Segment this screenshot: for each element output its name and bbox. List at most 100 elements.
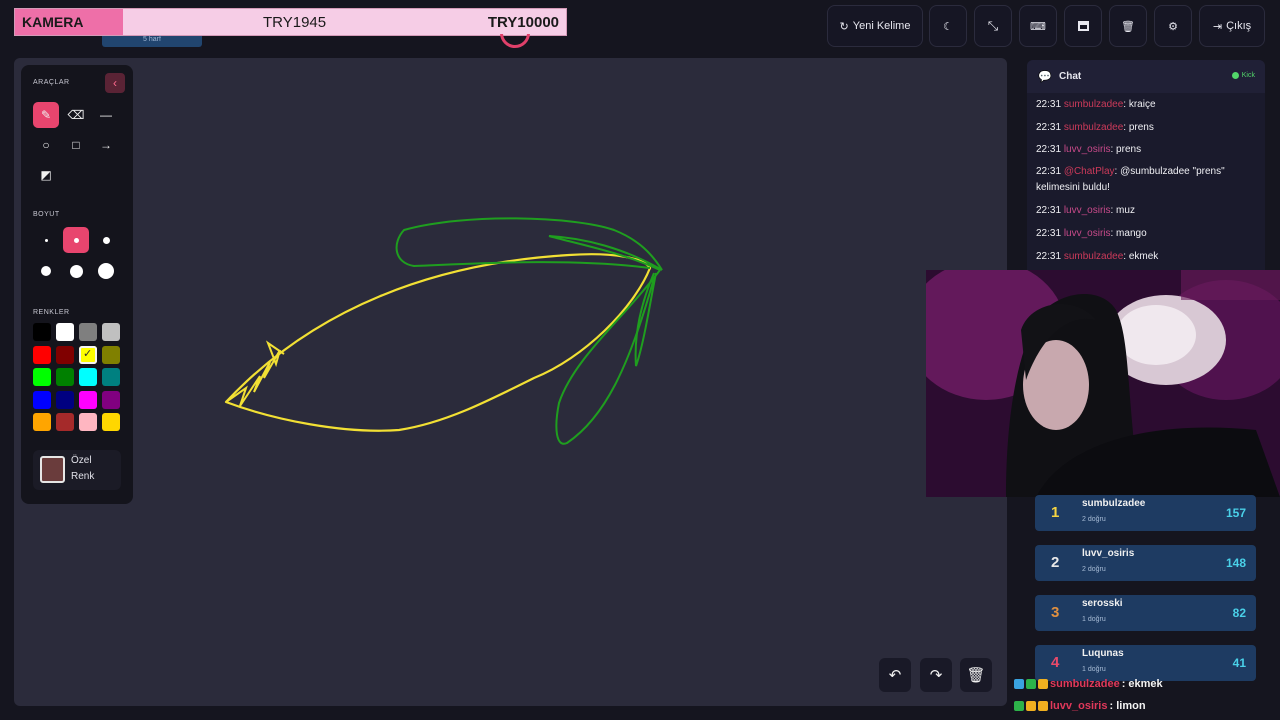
green-leaf-inner	[548, 235, 663, 271]
color-swatch[interactable]	[79, 323, 97, 341]
timer-ring	[500, 34, 530, 48]
circle-tool[interactable]: ○	[33, 132, 59, 158]
leaderboard-score: 148	[1225, 556, 1246, 570]
reward-banner: KAMERA TRY1945 TRY10000	[14, 8, 567, 36]
clear-canvas-button[interactable]: 🗑	[960, 658, 992, 692]
exit-button[interactable]: ⇥ Çıkış	[1199, 5, 1265, 47]
color-swatch[interactable]	[102, 413, 120, 431]
chat-text: : ekmek	[1123, 251, 1159, 262]
badge-icon	[1014, 679, 1024, 689]
chat-time: 22:31	[1036, 144, 1064, 155]
leaderboard-row: 1 sumbulzadee 2 doğru 157	[1035, 495, 1256, 531]
tools-section-label: ARAÇLAR	[33, 79, 70, 86]
new-word-button[interactable]: ↻ Yeni Kelime	[827, 5, 923, 47]
arrow-tool[interactable]: →	[93, 132, 119, 158]
size-section-label: BOYUT	[33, 211, 60, 218]
leaderboard-correct-count: 1 doğru	[1082, 666, 1106, 673]
color-swatch[interactable]	[102, 390, 120, 409]
color-swatch[interactable]	[56, 390, 74, 409]
leaderboard-rank: 1	[1051, 504, 1060, 521]
trash-icon: 🗑	[1121, 20, 1135, 33]
keyboard-icon: ⌨	[1030, 20, 1046, 33]
eraser-tool[interactable]: ⌫	[63, 102, 89, 128]
chat-username[interactable]: luvv_osiris	[1064, 144, 1111, 155]
fill-tool[interactable]: ◩	[33, 162, 59, 188]
chat-time: 22:31	[1036, 251, 1064, 262]
color-swatch[interactable]	[56, 323, 74, 341]
leaderboard-row: 2 luvv_osiris 2 doğru 148	[1035, 545, 1256, 581]
chat-time: 22:31	[1036, 205, 1064, 216]
drawing-strokes	[224, 217, 663, 445]
settings-button[interactable]: ⚙	[1154, 5, 1192, 47]
chat-text: : prens	[1110, 144, 1142, 155]
size-option-2[interactable]	[63, 227, 89, 253]
color-swatch[interactable]	[33, 323, 51, 341]
chat-username[interactable]: sumbulzadee	[1064, 122, 1123, 133]
leaderboard-row: 3 serosski 1 doğru 82	[1035, 595, 1256, 631]
size-option-1[interactable]	[33, 227, 59, 253]
dot-icon	[41, 266, 51, 276]
color-swatch[interactable]	[102, 323, 120, 341]
green-leaf-top	[395, 217, 663, 271]
color-swatch[interactable]	[102, 345, 120, 364]
chat-username[interactable]: luvv_osiris	[1064, 228, 1111, 239]
dot-icon	[102, 236, 110, 244]
color-swatch[interactable]	[56, 345, 74, 364]
fullscreen-button[interactable]: ⤡	[974, 5, 1012, 47]
chat-username[interactable]: @ChatPlay	[1064, 166, 1115, 177]
dot-icon	[69, 264, 83, 278]
leaderboard-score: 157	[1225, 506, 1246, 520]
online-dot-icon	[1231, 72, 1239, 79]
color-swatch[interactable]	[79, 390, 97, 409]
exit-label: Çıkış	[1226, 20, 1252, 32]
drawing-canvas[interactable]	[14, 58, 1007, 706]
color-swatch[interactable]	[33, 345, 51, 364]
chat-username[interactable]: sumbulzadee	[1064, 251, 1123, 262]
color-swatch[interactable]	[56, 368, 74, 386]
size-option-3[interactable]	[93, 227, 119, 253]
leaderboard-correct-count: 2 doğru	[1082, 516, 1106, 523]
theme-toggle-button[interactable]: ☾	[929, 5, 967, 47]
leaderboard-correct-count: 2 doğru	[1082, 566, 1106, 573]
size-option-4[interactable]	[33, 258, 59, 284]
undo-button[interactable]: ↶	[879, 658, 911, 692]
size-option-5[interactable]	[63, 258, 89, 284]
archive-button[interactable]	[1064, 5, 1102, 47]
dot-icon	[44, 238, 48, 242]
delete-button[interactable]: 🗑	[1109, 5, 1147, 47]
rectangle-tool[interactable]: □	[63, 132, 89, 158]
collapse-panel-button[interactable]: ‹	[105, 73, 125, 93]
redo-button[interactable]: ↷	[920, 658, 952, 692]
chat-username[interactable]: sumbulzadee	[1064, 99, 1123, 110]
brush-tool[interactable]: ✎	[33, 102, 59, 128]
trash-icon: 🗑	[966, 667, 986, 684]
line-tool[interactable]: —	[93, 102, 119, 128]
color-swatch[interactable]	[79, 368, 97, 386]
banner-left-label: KAMERA	[15, 9, 123, 35]
overlay-chat-message: sumbulzadee : ekmek	[1014, 678, 1163, 690]
colors-section-label: RENKLER	[33, 309, 70, 316]
color-swatch[interactable]: ✓	[79, 345, 97, 364]
badge-icon	[1038, 679, 1048, 689]
chevron-left-icon: ‹	[113, 76, 117, 90]
leaderboard-rank: 3	[1051, 604, 1060, 621]
leaderboard-name: serosski	[1082, 598, 1123, 609]
chat-time: 22:31	[1036, 99, 1064, 110]
badge-icon	[1026, 701, 1036, 711]
color-swatch[interactable]	[33, 390, 51, 409]
color-swatch[interactable]	[56, 413, 74, 431]
dot-icon	[73, 237, 79, 243]
webcam-feed	[926, 270, 1280, 497]
color-swatch[interactable]	[33, 368, 51, 386]
keyboard-button[interactable]: ⌨	[1019, 5, 1057, 47]
leaderboard-score: 41	[1232, 656, 1246, 670]
refresh-icon: ↻	[839, 20, 849, 33]
chat-time: 22:31	[1036, 122, 1064, 133]
size-option-6[interactable]	[93, 258, 119, 284]
color-swatch[interactable]	[102, 368, 120, 386]
chat-username[interactable]: luvv_osiris	[1064, 205, 1111, 216]
redo-icon: ↷	[929, 667, 943, 684]
custom-color-button[interactable]: Özel Renk	[33, 450, 121, 490]
color-swatch[interactable]	[79, 413, 97, 431]
color-swatch[interactable]	[33, 413, 51, 431]
